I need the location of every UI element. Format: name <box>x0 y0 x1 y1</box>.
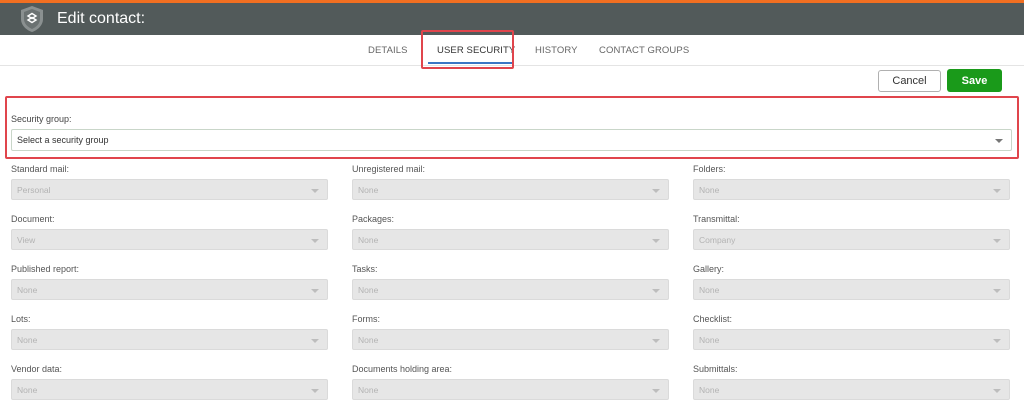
documents-holding-area-select[interactable]: None <box>352 379 669 400</box>
chevron-down-icon <box>993 389 1001 393</box>
document-value: View <box>17 235 36 245</box>
forms-value: None <box>358 335 379 345</box>
checklist-label: Checklist: <box>693 314 733 324</box>
unregistered-mail-select[interactable]: None <box>352 179 669 200</box>
document-select[interactable]: View <box>11 229 328 250</box>
submittals-label: Submittals: <box>693 364 738 374</box>
chevron-down-icon <box>652 339 660 343</box>
unregistered-mail-value: None <box>358 185 379 195</box>
chevron-down-icon <box>652 389 660 393</box>
packages-label: Packages: <box>352 214 395 224</box>
cancel-button[interactable]: Cancel <box>878 70 941 92</box>
checklist-select[interactable]: None <box>693 329 1010 350</box>
lots-select[interactable]: None <box>11 329 328 350</box>
transmittal-label: Transmittal: <box>693 214 740 224</box>
forms-label: Forms: <box>352 314 380 324</box>
chevron-down-icon <box>652 239 660 243</box>
chevron-down-icon <box>311 289 319 293</box>
vendor-data-value: None <box>17 385 38 395</box>
chevron-down-icon <box>311 339 319 343</box>
tab-details[interactable]: DETAILS <box>368 45 408 56</box>
security-group-select[interactable]: Select a security group <box>11 129 1012 151</box>
chevron-down-icon <box>652 189 660 193</box>
published-report-label: Published report: <box>11 264 80 274</box>
chevron-down-icon <box>995 139 1003 143</box>
unregistered-mail-label: Unregistered mail: <box>352 164 426 174</box>
save-button[interactable]: Save <box>947 69 1002 92</box>
submittals-select[interactable]: None <box>693 379 1010 400</box>
standard-mail-value: Personal <box>17 185 51 195</box>
folders-label: Folders: <box>693 164 726 174</box>
chevron-down-icon <box>311 189 319 193</box>
security-group-value: Select a security group <box>17 135 109 145</box>
standard-mail-label: Standard mail: <box>11 164 70 174</box>
transmittal-value: Company <box>699 235 736 245</box>
header-bar: Edit contact: <box>0 0 1024 35</box>
tab-history[interactable]: HISTORY <box>535 45 578 56</box>
tasks-select[interactable]: None <box>352 279 669 300</box>
tasks-value: None <box>358 285 379 295</box>
shield-logo-icon <box>21 6 43 32</box>
packages-value: None <box>358 235 379 245</box>
forms-select[interactable]: None <box>352 329 669 350</box>
lots-value: None <box>17 335 38 345</box>
chevron-down-icon <box>993 339 1001 343</box>
checklist-value: None <box>699 335 720 345</box>
submittals-value: None <box>699 385 720 395</box>
lots-label: Lots: <box>11 314 31 324</box>
packages-select[interactable]: None <box>352 229 669 250</box>
published-report-value: None <box>17 285 38 295</box>
published-report-select[interactable]: None <box>11 279 328 300</box>
document-label: Document: <box>11 214 55 224</box>
tab-bar: DETAILS USER SECURITY HISTORY CONTACT GR… <box>0 35 1024 66</box>
chevron-down-icon <box>311 389 319 393</box>
documents-holding-area-label: Documents holding area: <box>352 364 453 374</box>
active-tab-indicator <box>428 62 512 64</box>
chevron-down-icon <box>311 239 319 243</box>
chevron-down-icon <box>993 189 1001 193</box>
transmittal-select[interactable]: Company <box>693 229 1010 250</box>
tab-user-security[interactable]: USER SECURITY <box>437 45 515 56</box>
chevron-down-icon <box>993 289 1001 293</box>
documents-holding-area-value: None <box>358 385 379 395</box>
gallery-select[interactable]: None <box>693 279 1010 300</box>
folders-value: None <box>699 185 720 195</box>
tasks-label: Tasks: <box>352 264 378 274</box>
vendor-data-select[interactable]: None <box>11 379 328 400</box>
chevron-down-icon <box>993 239 1001 243</box>
page-title: Edit contact: <box>57 10 146 27</box>
standard-mail-select[interactable]: Personal <box>11 179 328 200</box>
vendor-data-label: Vendor data: <box>11 364 63 374</box>
gallery-value: None <box>699 285 720 295</box>
tab-contact-groups[interactable]: CONTACT GROUPS <box>599 45 689 56</box>
gallery-label: Gallery: <box>693 264 725 274</box>
security-group-label: Security group: <box>11 114 72 124</box>
chevron-down-icon <box>652 289 660 293</box>
folders-select[interactable]: None <box>693 179 1010 200</box>
